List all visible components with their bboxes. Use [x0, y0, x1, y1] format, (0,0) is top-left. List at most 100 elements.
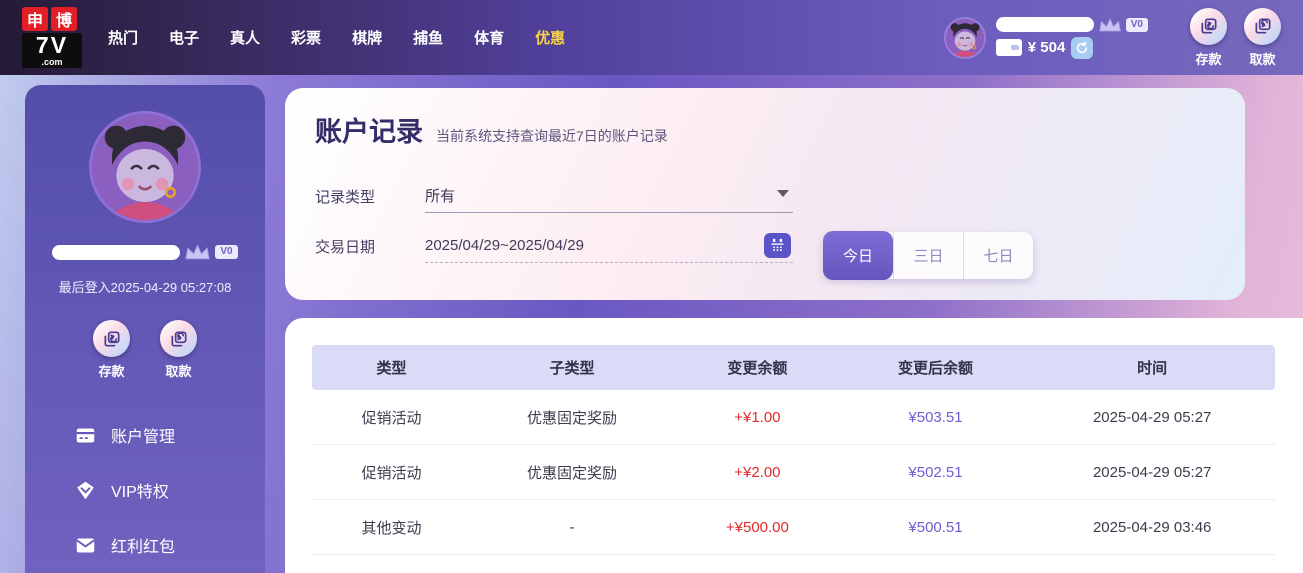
- cell-type: 促销活动: [312, 462, 471, 483]
- nav-item[interactable]: 体育: [474, 27, 504, 48]
- account-records-panel: 账户记录 当前系统支持查询最近7日的账户记录 记录类型 所有 交易日期 2025…: [285, 88, 1245, 300]
- account-card-icon: [75, 425, 96, 446]
- sidebar-item-account-management[interactable]: 账户管理: [75, 412, 265, 458]
- sidebar-item-label: VIP特权: [111, 478, 169, 502]
- cell-time: 2025-04-29 05:27: [1029, 464, 1275, 481]
- table-header-cell: 时间: [1029, 357, 1275, 378]
- date-range-value: 2025/04/29~2025/04/29: [425, 237, 584, 254]
- sidebar-deposit-icon: [93, 320, 130, 357]
- sidebar-avatar[interactable]: [89, 111, 201, 223]
- table-header-row: 类型 子类型 变更余额 变更后余额 时间: [312, 345, 1275, 390]
- sidebar-withdraw-label: 取款: [165, 361, 191, 380]
- cell-time: 2025-04-29 05:27: [1029, 409, 1275, 426]
- sidebar-item-label: 账户管理: [111, 423, 175, 447]
- balance-amount: ¥ 504: [1028, 39, 1066, 56]
- sidebar-quick-actions: 存款 取款: [25, 320, 265, 380]
- sidebar: V0 最后登入2025-04-29 05:27:08 存款: [25, 85, 265, 573]
- date-range-tabs: 今日 三日 七日: [823, 232, 1033, 279]
- sidebar-censored-username: [52, 245, 180, 260]
- avatar-image: [946, 19, 984, 57]
- withdraw-label: 取款: [1249, 49, 1275, 68]
- sidebar-withdraw-button[interactable]: 取款: [160, 320, 197, 380]
- vip-level-badge: V0: [1126, 18, 1148, 32]
- user-info: V0 ¥ 504: [996, 17, 1148, 59]
- cell-time: 2025-04-29 03:46: [1029, 519, 1275, 536]
- sidebar-deposit-label: 存款: [98, 361, 124, 380]
- filters: 记录类型 所有 交易日期 2025/04/29~2025/04/29: [315, 171, 1215, 271]
- deposit-button[interactable]: 存款: [1190, 8, 1227, 68]
- balance-row: ¥ 504: [996, 37, 1148, 59]
- table-row[interactable]: 促销活动 优惠固定奖励 +¥1.00 ¥503.51 2025-04-29 05…: [312, 390, 1275, 445]
- table-header-cell: 类型: [312, 357, 471, 378]
- brand-tile-1: 申: [22, 7, 48, 31]
- avatar[interactable]: [944, 17, 986, 59]
- range-tab[interactable]: 三日: [893, 232, 963, 279]
- table-row[interactable]: 其他变动 - +¥500.00 ¥500.51 2025-04-29 03:46: [312, 500, 1275, 555]
- brand-logo-tiles: 申 博: [22, 7, 82, 31]
- table-header-cell: 子类型: [471, 357, 673, 378]
- cell-change-amount: +¥500.00: [673, 519, 842, 536]
- sidebar-menu: 账户管理 VIP特权 红利红包: [25, 412, 265, 573]
- brand-tile-2: 博: [51, 7, 77, 31]
- cell-type: 其他变动: [312, 517, 471, 538]
- sidebar-withdraw-icon: [160, 320, 197, 357]
- sidebar-username-row: V0: [25, 243, 265, 261]
- cell-balance-after: ¥503.51: [842, 409, 1030, 426]
- date-range-input[interactable]: 2025/04/29~2025/04/29: [425, 229, 793, 263]
- sidebar-item-vip[interactable]: VIP特权: [75, 467, 265, 513]
- page-head: 账户记录 当前系统支持查询最近7日的账户记录: [315, 110, 1215, 149]
- cell-change-amount: +¥1.00: [673, 409, 842, 426]
- censored-username: [996, 17, 1094, 32]
- red-envelope-icon: [75, 535, 96, 556]
- withdraw-icon: [1244, 8, 1281, 45]
- record-type-value: 所有: [425, 185, 455, 206]
- range-tab[interactable]: 今日: [823, 231, 893, 280]
- cell-subtype: 优惠固定奖励: [471, 462, 673, 483]
- cell-type: 促销活动: [312, 407, 471, 428]
- nav-item[interactable]: 电子: [169, 27, 199, 48]
- cell-change-amount: +¥2.00: [673, 464, 842, 481]
- date-range-label: 交易日期: [315, 236, 425, 257]
- nav-item[interactable]: 捕鱼: [413, 27, 443, 48]
- date-range-row: 交易日期 2025/04/29~2025/04/29: [315, 221, 1215, 271]
- sidebar-deposit-button[interactable]: 存款: [93, 320, 130, 380]
- nav-item[interactable]: 热门: [108, 27, 138, 48]
- user-cluster: V0 ¥ 504: [944, 17, 1148, 59]
- records-table-panel: 类型 子类型 变更余额 变更后余额 时间 促销活动 优惠固定奖励 +¥1.00 …: [285, 318, 1303, 573]
- cell-balance-after: ¥502.51: [842, 464, 1030, 481]
- vip-gem-icon: [75, 480, 96, 501]
- wallet-icon: [996, 39, 1022, 56]
- refresh-balance-icon[interactable]: [1071, 37, 1093, 59]
- brand-logo[interactable]: 申 博 7V .com: [22, 7, 82, 69]
- nav-item[interactable]: 真人: [230, 27, 260, 48]
- nav-item[interactable]: 优惠: [535, 27, 565, 48]
- record-type-label: 记录类型: [315, 186, 425, 207]
- cell-subtype: 优惠固定奖励: [471, 407, 673, 428]
- topbar-quick-actions: 存款 取款: [1190, 8, 1281, 68]
- range-tab[interactable]: 七日: [963, 232, 1033, 279]
- table-header-cell: 变更后余额: [842, 357, 1030, 378]
- chevron-down-icon: [777, 190, 789, 197]
- table-header-cell: 变更余额: [673, 357, 842, 378]
- brand-name: 7V: [22, 33, 82, 57]
- page-title: 账户记录: [315, 110, 423, 149]
- calendar-icon[interactable]: [764, 233, 791, 258]
- nav-item[interactable]: 彩票: [291, 27, 321, 48]
- cell-balance-after: ¥500.51: [842, 519, 1030, 536]
- deposit-label: 存款: [1195, 49, 1221, 68]
- last-login-text: 最后登入2025-04-29 05:27:08: [25, 277, 265, 296]
- record-type-row: 记录类型 所有: [315, 171, 1215, 221]
- nav-item[interactable]: 棋牌: [352, 27, 382, 48]
- username-row: V0: [996, 17, 1148, 33]
- topbar: 申 博 7V .com 热门 电子 真人 彩票 棋牌 捕鱼 体育 优惠: [0, 0, 1303, 75]
- sidebar-item-label: 红利红包: [111, 533, 175, 557]
- page: 申 博 7V .com 热门 电子 真人 彩票 棋牌 捕鱼 体育 优惠: [0, 0, 1303, 573]
- record-type-select[interactable]: 所有: [425, 179, 793, 213]
- sidebar-avatar-image: [92, 114, 198, 220]
- page-subtitle: 当前系统支持查询最近7日的账户记录: [436, 126, 668, 146]
- withdraw-button[interactable]: 取款: [1244, 8, 1281, 68]
- brand-suffix: .com: [22, 57, 82, 69]
- sidebar-item-bonus[interactable]: 红利红包: [75, 522, 265, 568]
- table-row[interactable]: 促销活动 优惠固定奖励 +¥2.00 ¥502.51 2025-04-29 05…: [312, 445, 1275, 500]
- cell-subtype: -: [471, 519, 673, 536]
